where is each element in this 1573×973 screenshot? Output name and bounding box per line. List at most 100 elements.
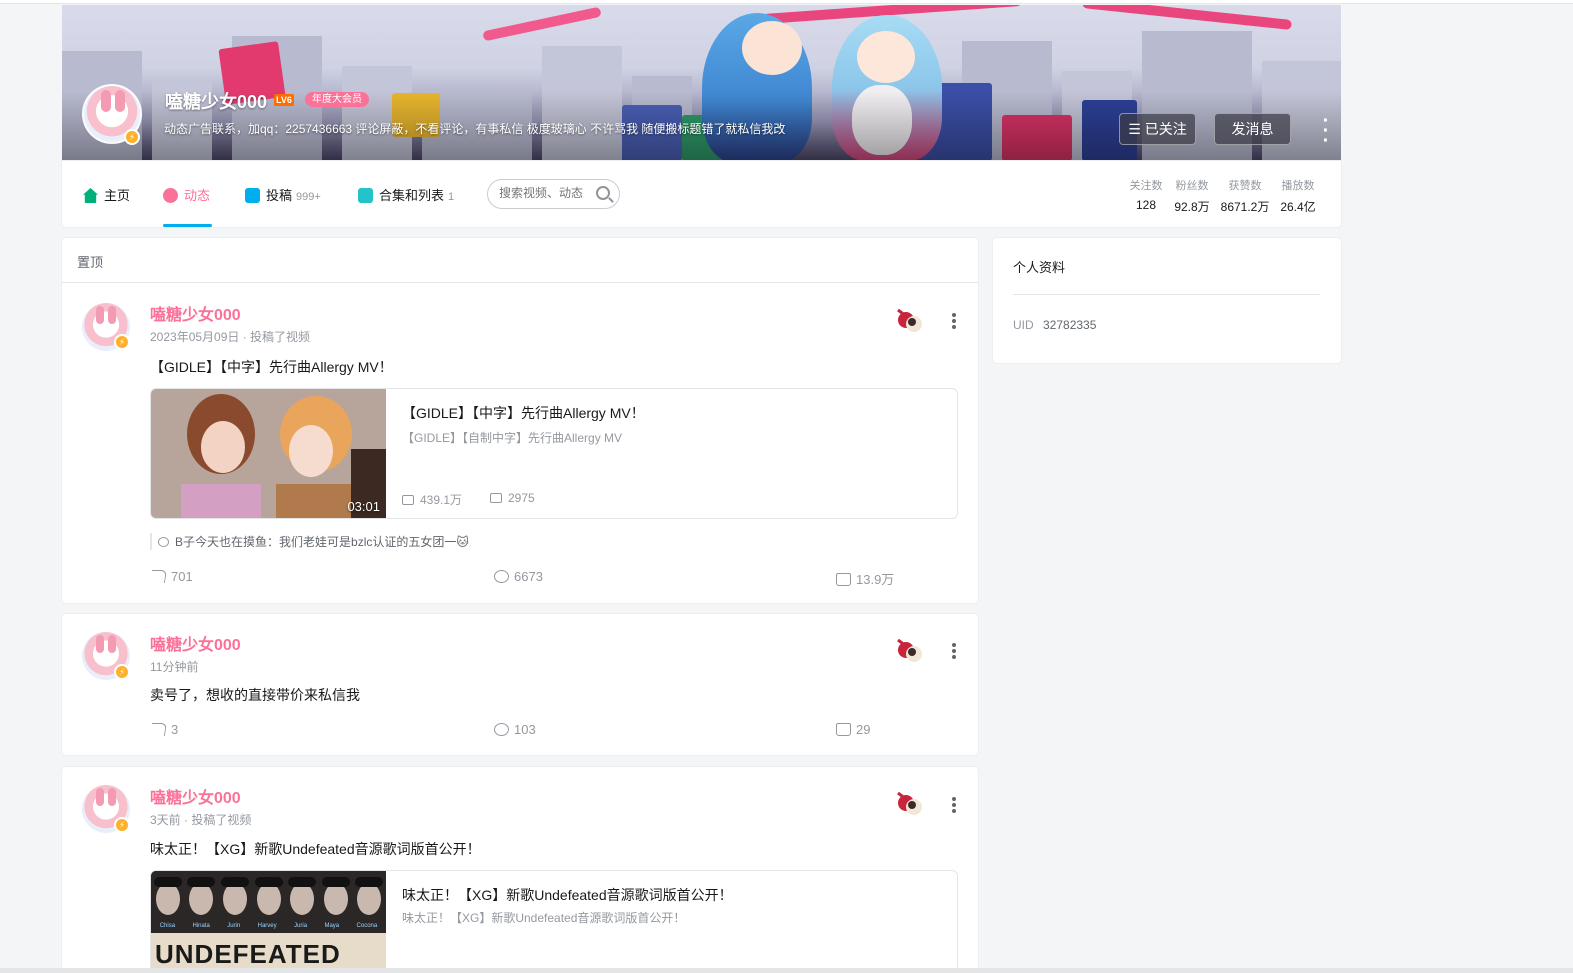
- post-author[interactable]: 嗑糖少女000: [150, 784, 241, 808]
- video-plays-value: 439.1万: [420, 493, 463, 507]
- collections-icon: [358, 188, 373, 203]
- thumb-up-icon: [836, 573, 851, 586]
- post-more-icon[interactable]: [949, 311, 959, 331]
- member-name: Chisa: [159, 923, 176, 929]
- avatar-ear: [96, 306, 104, 324]
- uid-value: 32782335: [1043, 318, 1097, 332]
- avatar-ear: [108, 788, 116, 806]
- profile-info-title: 个人资料: [1013, 260, 1066, 275]
- stat-following[interactable]: 关注数 128: [1126, 177, 1166, 212]
- post-more-icon[interactable]: [949, 641, 959, 661]
- forward-icon: [149, 723, 168, 736]
- space-search[interactable]: [487, 179, 620, 209]
- level-badge: LV6: [274, 94, 294, 106]
- avatar-ear: [101, 90, 111, 112]
- like-count: 29: [856, 722, 871, 737]
- thumb-up-icon: [836, 723, 851, 736]
- message-button[interactable]: 发消息: [1214, 113, 1291, 145]
- space-search-input[interactable]: [499, 186, 589, 200]
- decoration-pendant-icon: [897, 638, 922, 662]
- member-name: Harvey: [257, 923, 277, 929]
- active-tab-indicator: [163, 224, 212, 227]
- video-desc: 味太正！【XG】新歌Undefeated音源歌词版首公开！: [402, 911, 686, 925]
- post-card: ⚡ 嗑糖少女000 3天前 · 投稿了视频 味太正！【XG】新歌Undefeat…: [62, 767, 978, 973]
- uid-label: UID: [1013, 318, 1034, 332]
- pinned-header: 置顶: [62, 238, 978, 283]
- stat-plays-value: 26.4亿: [1280, 200, 1316, 214]
- avatar-ear: [115, 90, 125, 112]
- member-name: Hinata: [192, 923, 210, 929]
- banner-ribbon: [482, 6, 602, 42]
- hot-comment-user[interactable]: B子今天也在摸鱼: [175, 535, 267, 549]
- post-author[interactable]: 嗑糖少女000: [150, 631, 241, 655]
- video-danmaku: 2975: [490, 491, 535, 505]
- like-button[interactable]: 29: [836, 722, 870, 737]
- tab-home[interactable]: 主页: [83, 185, 130, 204]
- comment-icon: [494, 723, 509, 736]
- like-count: 13.9万: [856, 572, 895, 587]
- comment-bubble-icon: [158, 537, 169, 547]
- vip-badge[interactable]: 年度大会员: [305, 92, 369, 107]
- forward-button[interactable]: 3: [149, 722, 178, 737]
- stat-fans[interactable]: 粉丝数 92.8万: [1172, 177, 1212, 215]
- verified-bolt-icon: ⚡: [114, 334, 130, 350]
- video-card[interactable]: 03:01 【GIDLE】【中字】先行曲Allergy MV！ 【GIDLE】【…: [150, 388, 958, 519]
- video-thumbnail[interactable]: 03:01: [151, 389, 386, 518]
- member-name: Maya: [324, 923, 340, 929]
- tab-dynamic[interactable]: 动态: [163, 185, 210, 204]
- avatar-ear: [108, 306, 116, 324]
- post-meta: 11分钟前: [150, 660, 199, 674]
- video-title[interactable]: 【GIDLE】【中字】先行曲Allergy MV！: [402, 403, 645, 423]
- stat-likes-value: 8671.2万: [1220, 200, 1270, 214]
- home-icon: [83, 188, 98, 203]
- comment-button[interactable]: 6673: [494, 569, 543, 584]
- menu-lines-icon: ☰: [1128, 121, 1145, 137]
- comment-button[interactable]: 103: [494, 722, 536, 737]
- tab-uploads-count: 999+: [296, 191, 321, 203]
- hot-comment[interactable]: B子今天也在摸鱼：我们老娃可是bzlc认证的五女团一🐱: [150, 533, 469, 550]
- banner-ribbon: [1082, 5, 1292, 30]
- search-icon[interactable]: [596, 186, 610, 200]
- profile-info-divider: [1013, 294, 1320, 295]
- window-top-border: [0, 0, 1573, 4]
- forward-icon: [149, 570, 168, 583]
- video-duration: 03:01: [347, 499, 380, 514]
- banner-character-face: [742, 21, 802, 75]
- danmaku-icon: [490, 493, 502, 503]
- post-text: 味太正！【XG】新歌Undefeated音源歌词版首公开！: [150, 841, 481, 857]
- horizontal-scrollbar[interactable]: [0, 968, 1573, 973]
- tab-uploads-label: 投稿: [266, 188, 293, 203]
- video-title[interactable]: 味太正！【XG】新歌Undefeated音源歌词版首公开！: [402, 885, 733, 905]
- post-author[interactable]: 嗑糖少女000: [150, 301, 241, 325]
- member-name: Cocona: [356, 923, 378, 929]
- hot-comment-text: ：我们老娃可是bzlc认证的五女团一🐱: [267, 535, 469, 549]
- verified-bolt-icon: ⚡: [114, 664, 130, 680]
- tab-uploads[interactable]: 投稿 999+: [245, 185, 321, 204]
- verified-bolt-icon: ⚡: [124, 129, 140, 145]
- video-card[interactable]: Chisa Hinata Jurin Harvey Juria Maya Coc…: [150, 870, 958, 973]
- tab-collections[interactable]: 合集和列表 1: [358, 185, 454, 204]
- post-text: 卖号了，想收的直接带价来私信我: [150, 687, 360, 703]
- video-plays: 439.1万: [402, 491, 462, 508]
- comment-count: 103: [514, 722, 536, 737]
- avatar-ear: [96, 635, 104, 653]
- profile-signature: 动态广告联系，加qq：2257436663 评论屏蔽，不看评论，有事私信 极度玻…: [164, 122, 786, 136]
- tab-dynamic-label: 动态: [184, 188, 211, 203]
- pinned-label: 置顶: [77, 255, 104, 270]
- post-more-icon[interactable]: [949, 795, 959, 815]
- play-count-icon: [402, 495, 414, 505]
- profile-nav: 主页 动态 投稿999+ 合集和列表1 关注数 128 粉丝数 92.8万 获赞…: [62, 161, 1341, 227]
- stat-following-value: 128: [1135, 198, 1157, 212]
- video-thumbnail[interactable]: Chisa Hinata Jurin Harvey Juria Maya Coc…: [151, 871, 386, 973]
- post-text: 【GIDLE】【中字】先行曲Allergy MV！: [150, 359, 393, 375]
- video-desc: 【GIDLE】【自制中字】先行曲Allergy MV: [402, 431, 623, 445]
- follow-button[interactable]: ☰ 已关注: [1119, 113, 1196, 145]
- more-vertical-icon[interactable]: · · ·: [1319, 111, 1333, 151]
- like-button[interactable]: 13.9万: [836, 569, 894, 588]
- post-card: ⚡ 嗑糖少女000 11分钟前 卖号了，想收的直接带价来私信我 3 103 29: [62, 614, 978, 755]
- uploads-icon: [245, 188, 260, 203]
- comment-icon: [494, 570, 509, 583]
- pinned-post-card: 置顶 ⚡ 嗑糖少女000 2023年05月09日 · 投稿了视频 【GIDLE】…: [62, 238, 978, 603]
- forward-button[interactable]: 701: [149, 569, 193, 584]
- avatar-ear: [96, 788, 104, 806]
